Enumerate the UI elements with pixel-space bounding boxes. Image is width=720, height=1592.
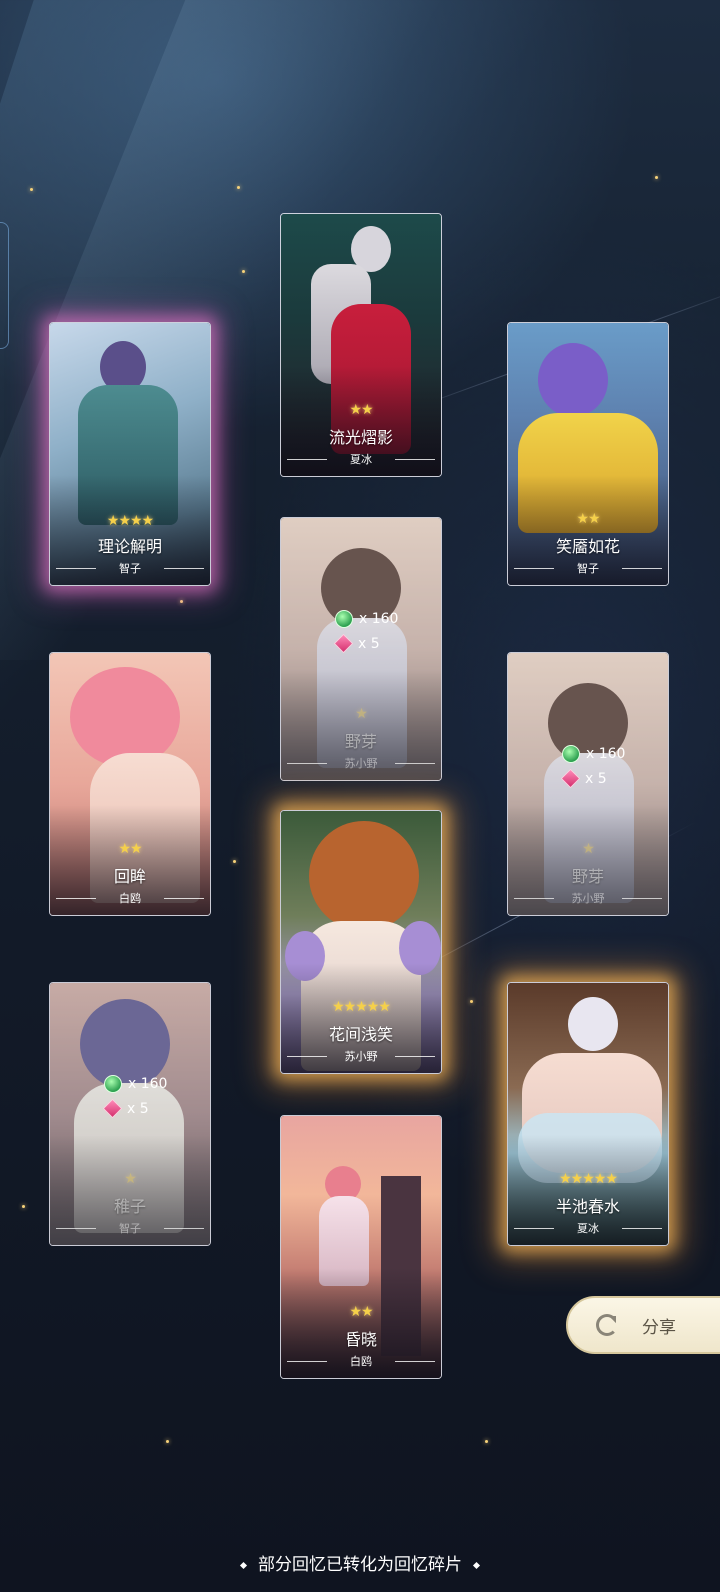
fragment-icon — [102, 1098, 123, 1119]
rarity-stars: ★★★★★ — [559, 1171, 618, 1187]
card-title: 野芽 — [571, 867, 604, 886]
card-character: 苏小野 — [344, 1050, 378, 1063]
share-refresh-icon — [596, 1314, 618, 1336]
memory-card[interactable]: x 160 x 5 ★ 野芽 苏小野 — [507, 652, 669, 916]
card-title: 流光熠影 — [328, 428, 393, 447]
card-character: 智子 — [577, 562, 599, 575]
card-character: 白鸥 — [350, 1355, 372, 1368]
card-character: 智子 — [119, 1222, 141, 1235]
card-title: 半池春水 — [555, 1197, 620, 1216]
rarity-stars: ★ — [355, 706, 368, 722]
memory-card[interactable]: ★★ 笑靥如花 智子 — [507, 322, 669, 586]
sparkle — [30, 188, 33, 191]
card-title: 花间浅笑 — [328, 1025, 393, 1044]
diamond-icon — [239, 1561, 248, 1569]
card-title: 稚子 — [113, 1197, 146, 1216]
rarity-stars: ★★ — [349, 1304, 373, 1320]
card-title: 回眸 — [113, 867, 146, 886]
rarity-stars: ★★★★ — [106, 513, 154, 529]
card-title: 野芽 — [344, 732, 377, 751]
card-title: 昏晓 — [344, 1330, 377, 1349]
rarity-stars: ★ — [124, 1171, 137, 1187]
sparkle — [485, 1440, 488, 1443]
sparkle — [22, 1205, 25, 1208]
sparkle — [242, 270, 245, 273]
card-character: 白鸥 — [119, 892, 141, 905]
memory-card[interactable]: x 160 x 5 ★ 稚子 智子 — [49, 982, 211, 1246]
memory-card[interactable]: ★★ 流光熠影 夏冰 — [280, 213, 442, 477]
memory-card[interactable]: x 160 x 5 ★ 野芽 苏小野 — [280, 517, 442, 781]
rarity-stars: ★★ — [349, 402, 373, 418]
diamond-icon — [472, 1561, 481, 1569]
gem-icon — [104, 1075, 122, 1093]
card-title: 笑靥如花 — [555, 537, 620, 556]
fragment-icon — [333, 633, 354, 654]
sparkle — [237, 186, 240, 189]
sparkle — [470, 1000, 473, 1003]
share-label: 分享 — [642, 1317, 676, 1338]
footer-note-text: 部分回忆已转化为回忆碎片 — [258, 1555, 462, 1575]
side-tab-edge — [0, 222, 9, 349]
sparkle — [166, 1440, 169, 1443]
footer-note: 部分回忆已转化为回忆碎片 — [0, 1550, 720, 1575]
card-title: 理论解明 — [97, 537, 162, 556]
rarity-stars: ★★ — [118, 841, 142, 857]
memory-card[interactable]: ★★★★★ 花间浅笑 苏小野 — [280, 810, 442, 1074]
memory-card[interactable]: ★★★★★ 半池春水 夏冰 — [507, 982, 669, 1246]
fragment-icon — [560, 768, 581, 789]
memory-card[interactable]: ★★ 回眸 白鸥 — [49, 652, 211, 916]
fragment-reward-count: x 5 — [358, 635, 380, 652]
rarity-stars: ★★ — [576, 511, 600, 527]
gem-reward-count: x 160 — [586, 746, 626, 762]
sparkle — [180, 600, 183, 603]
memory-card[interactable]: ★★★★ 理论解明 智子 — [49, 322, 211, 586]
gem-icon — [335, 610, 353, 628]
share-button[interactable]: 分享 — [566, 1296, 720, 1354]
card-character: 夏冰 — [577, 1222, 599, 1235]
card-character: 苏小野 — [571, 892, 605, 905]
card-character: 智子 — [119, 562, 141, 575]
gem-reward-count: x 160 — [359, 611, 399, 627]
sparkle — [233, 860, 236, 863]
memory-card[interactable]: ★★ 昏晓 白鸥 — [280, 1115, 442, 1379]
fragment-reward-count: x 5 — [585, 770, 607, 787]
gem-reward-count: x 160 — [128, 1076, 168, 1092]
fragment-reward-count: x 5 — [127, 1100, 149, 1117]
rarity-stars: ★★★★★ — [332, 999, 391, 1015]
rarity-stars: ★ — [582, 841, 595, 857]
gem-icon — [562, 745, 580, 763]
card-character: 夏冰 — [350, 453, 372, 466]
sparkle — [655, 176, 658, 179]
card-character: 苏小野 — [344, 757, 378, 770]
